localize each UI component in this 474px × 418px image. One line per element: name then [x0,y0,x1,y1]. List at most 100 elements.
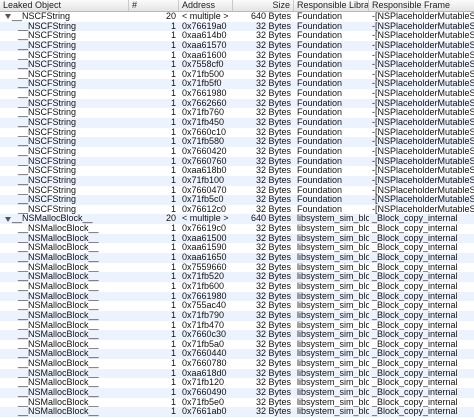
leaked-object-label: __NSCFString [12,12,71,21]
disclosure-triangle-icon[interactable] [5,14,11,20]
leaked-object-cell: __NSCFString [0,118,129,128]
table-row[interactable]: __NSMallocBlock__ 1 0x7660780 32 Bytes libsy… [0,359,474,369]
address-cell: 0x76619a0 [182,21,227,31]
column-header-responsible-frame[interactable]: Responsible Frame [369,0,474,11]
table-row[interactable]: __NSMallocBlock__ 1 0x71fb120 32 Bytes libsy… [0,378,474,388]
table-row[interactable]: __NSMallocBlock__ 1 0x71fb5a0 32 Bytes libsy… [0,340,474,350]
address-cell: < multiple > [182,214,229,224]
count-cell: 1 [170,397,176,407]
count-cell: 1 [170,50,176,60]
leaked-object-cell: __NSMallocBlock__ [0,234,129,244]
table-group-row[interactable]: __NSMallocBlock__ 20 < multiple > 640 Bytes… [0,214,474,225]
table-row[interactable]: __NSCFString 1 0x7660760 32 Bytes Foundation… [0,156,474,167]
address-cell: 0x71fb760 [182,108,225,118]
leaked-object-label: __NSCFString [18,166,77,176]
table-row[interactable]: __NSMallocBlock__ 1 0x7661ab0 32 Bytes libsy… [0,407,474,417]
leaked-object-label: __NSCFString [18,156,77,166]
library-cell: libsystem_sim_blocks.dylib [297,214,369,224]
column-header-leaked-object[interactable]: Leaked Object [0,0,129,11]
leaked-object-label: __NSMallocBlock__ [18,378,99,388]
library-cell: libsystem_sim_blocks.dylib [297,387,369,397]
leaked-object-cell: __NSMallocBlock__ [0,263,129,273]
leaked-object-cell: __NSCFString [0,41,129,51]
table-row[interactable]: __NSCFString 1 0x7662660 32 Bytes Foundation… [0,98,474,109]
address-cell: 0xaa618b0 [182,166,227,176]
column-header-address[interactable]: Address [179,0,233,11]
leaked-object-label: __NSCFString [18,31,77,41]
library-cell: libsystem_sim_blocks.dylib [297,320,369,330]
leaked-object-label: __NSMallocBlock__ [18,349,99,359]
table-row[interactable]: __NSMallocBlock__ 1 0x7660440 32 Bytes libsy… [0,349,474,360]
column-header-count[interactable]: # [129,0,179,11]
size-cell: 32 Bytes [255,310,291,320]
table-row[interactable]: __NSCFString 1 0x71fb5f0 32 Bytes Foundation… [0,79,474,90]
count-cell: 1 [170,291,176,301]
column-header-responsible-library[interactable]: Responsible Library [294,0,369,11]
size-cell: 32 Bytes [255,98,291,108]
frame-cell: -[NSPlaceholderMutableString init] [372,166,474,176]
table-row[interactable]: __NSMallocBlock__ 1 0x7660490 32 Bytes libsy… [0,387,474,398]
library-cell: Foundation [297,127,343,137]
table-row[interactable]: __NSCFString 1 0xaa618b0 32 Bytes Foundation… [0,166,474,176]
size-cell: 32 Bytes [255,330,291,340]
table-row[interactable]: __NSCFString 1 0x7660470 32 Bytes Foundation… [0,186,474,196]
table-row[interactable]: __NSMallocBlock__ 1 0xaa618d0 32 Bytes libsy… [0,368,474,379]
frame-cell: -[NSPlaceholderMutableString init] [372,118,474,128]
table-row[interactable]: __NSCFString 1 0x7660420 32 Bytes Foundation… [0,147,474,157]
leaked-object-label: __NSMallocBlock__ [18,330,99,340]
leaked-object-label: __NSMallocBlock__ [18,262,99,272]
frame-cell: -[NSPlaceholderMutableString init] [372,21,474,31]
frame-cell: _Block_copy_internal [372,387,458,397]
count-cell: 1 [170,21,176,31]
count-cell: 1 [170,98,176,108]
table-row[interactable]: __NSCFString 1 0x71fb760 32 Bytes Foundation… [0,108,474,118]
table-row[interactable]: __NSCFString 1 0x71fb450 32 Bytes Foundation… [0,118,474,128]
leaked-object-cell: __NSCFString [0,176,129,186]
table-row[interactable]: __NSCFString 1 0x76612c0 32 Bytes Foundation… [0,205,474,215]
leaked-object-label: __NSMallocBlock__ [18,339,99,349]
library-cell: libsystem_sim_blocks.dylib [297,281,369,291]
library-cell: Foundation [297,69,343,79]
leaked-object-label: __NSMallocBlock__ [18,387,99,397]
frame-cell: _Block_copy_internal [372,253,458,263]
table-row[interactable]: __NSMallocBlock__ 1 0x7559660 32 Bytes libsy… [0,263,474,273]
table-row[interactable]: __NSMallocBlock__ 1 0x7661980 32 Bytes libsy… [0,291,474,302]
leaked-object-label: __NSMallocBlock__ [18,407,99,417]
table-row[interactable]: __NSCFString 1 0x71fb580 32 Bytes Foundation… [0,137,474,147]
table-row[interactable]: __NSCFString 1 0xaa61570 32 Bytes Foundation… [0,40,474,51]
leaked-object-cell: __NSMallocBlock__ [0,311,129,321]
disclosure-triangle-icon[interactable] [5,216,11,222]
table-row[interactable]: __NSCFString 1 0x71fb500 32 Bytes Foundation… [0,70,474,80]
table-row[interactable]: __NSMallocBlock__ 1 0x71fb5e0 32 Bytes libsy… [0,398,474,408]
leaked-object-cell: __NSMallocBlock__ [0,349,129,359]
table-row[interactable]: __NSMallocBlock__ 1 0x71fb520 32 Bytes libsy… [0,272,474,282]
leaked-object-cell: __NSCFString [0,147,129,157]
table-row[interactable]: __NSCFString 1 0x76619a0 32 Bytes Foundation… [0,21,474,32]
frame-cell: _Block_copy_internal [372,359,458,369]
table-row[interactable]: __NSCFString 1 0x7660c10 32 Bytes Foundation… [0,128,474,138]
count-cell: 1 [170,272,176,282]
table-row[interactable]: __NSMallocBlock__ 1 0xaa61500 32 Bytes libsy… [0,233,474,244]
count-cell: 1 [170,195,176,205]
table-row[interactable]: __NSCFString 1 0x7661980 32 Bytes Foundation… [0,89,474,99]
frame-cell: -[NSPlaceholderMutableString init] [372,89,474,99]
table-row[interactable]: __NSCFString 1 0xaa614b0 32 Bytes Foundation… [0,31,474,41]
table-row[interactable]: __NSMallocBlock__ 1 0x76619c0 32 Bytes libsy… [0,224,474,234]
table-row[interactable]: __NSMallocBlock__ 1 0x71fb470 32 Bytes libsy… [0,321,474,331]
table-row[interactable]: __NSCFString 1 0xaa61600 32 Bytes Foundation… [0,51,474,61]
table-row[interactable]: __NSCFString 1 0x7558cf0 32 Bytes Foundation… [0,60,474,70]
table-row[interactable]: __NSCFString 1 0x71fb100 32 Bytes Foundation… [0,175,474,186]
column-header-size[interactable]: Size [233,0,294,11]
table-row[interactable]: __NSMallocBlock__ 1 0x7660c30 32 Bytes libsy… [0,330,474,340]
library-cell: Foundation [297,98,343,108]
table-row[interactable]: __NSMallocBlock__ 1 0x755ac40 32 Bytes libsy… [0,301,474,311]
library-cell: Foundation [297,175,343,185]
leaked-object-label: __NSCFString [18,175,77,185]
table-row[interactable]: __NSMallocBlock__ 1 0xaa61590 32 Bytes libsy… [0,243,474,253]
table-row[interactable]: __NSCFString 1 0x71fb5c0 32 Bytes Foundation… [0,195,474,205]
table-row[interactable]: __NSMallocBlock__ 1 0x71fb600 32 Bytes libsy… [0,282,474,292]
table-row[interactable]: __NSMallocBlock__ 1 0x71fb790 32 Bytes libsy… [0,310,474,321]
count-cell: 1 [170,79,176,89]
table-row[interactable]: __NSMallocBlock__ 1 0xaa61650 32 Bytes libsy… [0,253,474,263]
table-group-row[interactable]: __NSCFString 20 < multiple > 640 Bytes Found… [0,12,474,22]
